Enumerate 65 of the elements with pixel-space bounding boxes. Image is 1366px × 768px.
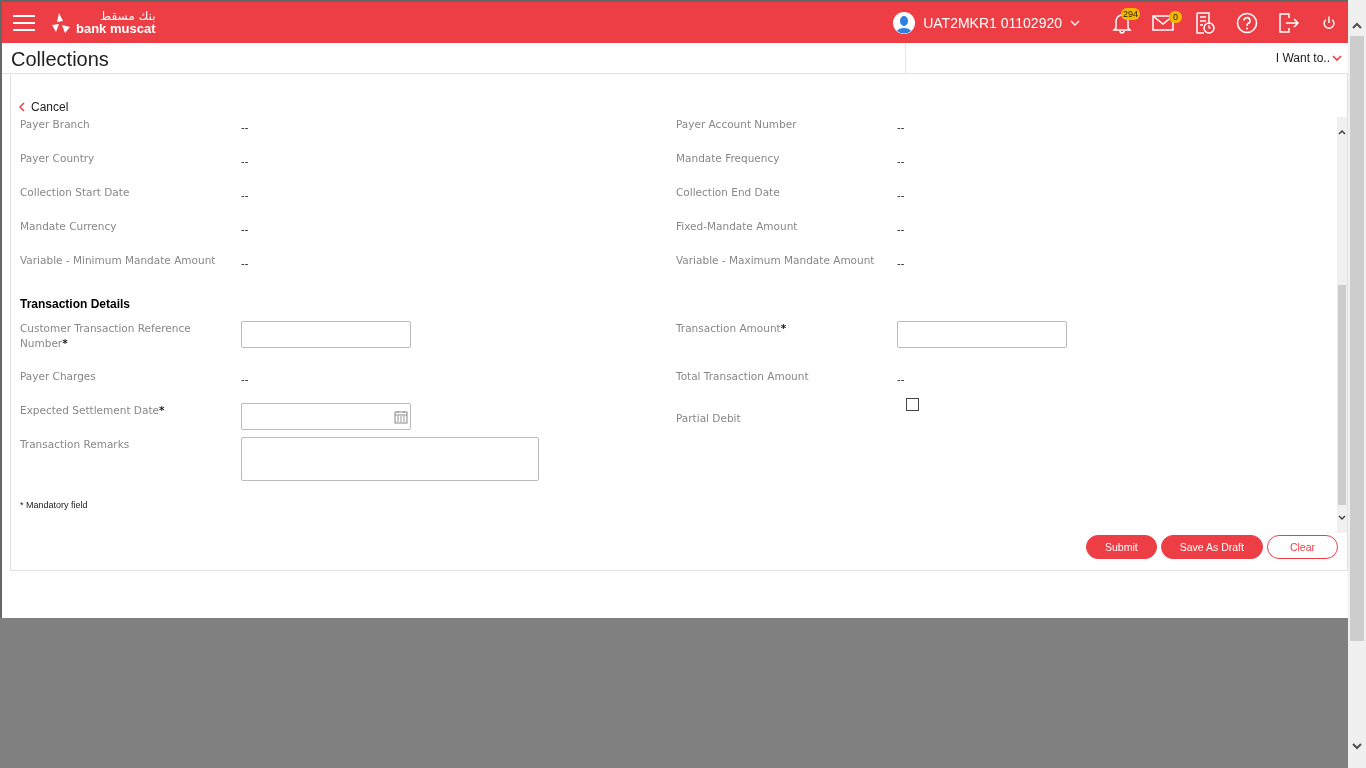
report-clock-icon[interactable] xyxy=(1194,11,1216,34)
cancel-link[interactable]: Cancel xyxy=(11,74,1347,117)
scroll-down-icon[interactable] xyxy=(1338,515,1346,521)
avatar-icon xyxy=(893,11,916,34)
logo-text: bank muscat xyxy=(76,22,156,35)
text-input[interactable] xyxy=(897,321,1067,348)
field-label: Payer Account Number xyxy=(676,117,798,132)
field-value: -- xyxy=(241,372,249,385)
field-value: -- xyxy=(897,256,905,269)
action-button[interactable]: Submit xyxy=(1086,535,1157,559)
field-label: Transaction Remarks xyxy=(20,437,131,452)
section-title: Transaction Details xyxy=(20,297,132,311)
user-menu[interactable]: UAT2MKR1 01102920 xyxy=(893,11,1080,34)
date-input[interactable] xyxy=(241,403,411,430)
mail-icon[interactable] xyxy=(1152,14,1174,31)
field-value: -- xyxy=(897,188,905,201)
field-label: Partial Debit xyxy=(676,411,742,426)
notification-badge: 294 xyxy=(1120,7,1140,20)
field-label: Variable - Maximum Mandate Amount xyxy=(676,253,876,268)
logo-arabic-text: بنك مسقط xyxy=(99,10,156,22)
scroll-up-icon[interactable] xyxy=(1338,129,1346,135)
field-label: Collection End Date xyxy=(676,185,781,200)
field-value: -- xyxy=(897,154,905,167)
chevron-down-icon[interactable] xyxy=(1332,54,1342,62)
message-badge: 0 xyxy=(1169,10,1182,23)
field-value: -- xyxy=(241,188,249,201)
field-value: -- xyxy=(897,222,905,235)
field-label: Mandate Frequency xyxy=(676,151,781,166)
field-label: Payer Country xyxy=(20,151,96,166)
field-value: -- xyxy=(897,372,905,385)
page-title: Collections xyxy=(2,43,906,73)
scrollbar-thumb[interactable] xyxy=(1350,36,1364,641)
logout-icon[interactable] xyxy=(1278,11,1300,34)
help-icon[interactable] xyxy=(1236,11,1258,34)
remarks-input[interactable] xyxy=(241,437,539,481)
field-label: Mandate Currency xyxy=(20,219,118,234)
calendar-icon[interactable] xyxy=(394,409,408,424)
field-label: Variable - Minimum Mandate Amount xyxy=(20,253,217,268)
mandatory-note: * Mandatory field xyxy=(20,500,89,510)
field-label: Total Transaction Amount xyxy=(676,369,810,384)
field-value: -- xyxy=(241,120,249,133)
field-value: -- xyxy=(897,120,905,133)
field-label: Expected Settlement Date* xyxy=(20,403,166,418)
user-name: UAT2MKR1 01102920 xyxy=(923,14,1062,31)
action-button[interactable]: Save As Draft xyxy=(1160,535,1263,559)
field-value: -- xyxy=(241,222,249,235)
scroll-down-icon[interactable] xyxy=(1352,742,1362,750)
checkbox[interactable] xyxy=(906,398,919,411)
menu-icon[interactable] xyxy=(12,13,36,32)
field-label: Fixed-Mandate Amount xyxy=(676,219,799,234)
i-want-to-menu[interactable]: I Want to.. xyxy=(1275,51,1330,65)
field-label: Payer Branch xyxy=(20,117,91,132)
field-label: Collection Start Date xyxy=(20,185,131,200)
field-value: -- xyxy=(241,256,249,269)
chevron-down-icon xyxy=(1070,19,1080,26)
field-label: Payer Charges xyxy=(20,369,97,384)
clear-button[interactable]: Clear xyxy=(1266,535,1338,559)
field-label: Transaction Amount* xyxy=(676,321,788,336)
text-input[interactable] xyxy=(241,321,411,348)
scroll-up-icon[interactable] xyxy=(1352,22,1362,30)
scrollbar-thumb[interactable] xyxy=(1338,285,1346,505)
logo-icon xyxy=(50,11,72,34)
field-label: Customer Transaction Reference Number* xyxy=(20,321,192,351)
field-value: -- xyxy=(241,154,249,167)
chevron-left-icon xyxy=(19,101,25,112)
